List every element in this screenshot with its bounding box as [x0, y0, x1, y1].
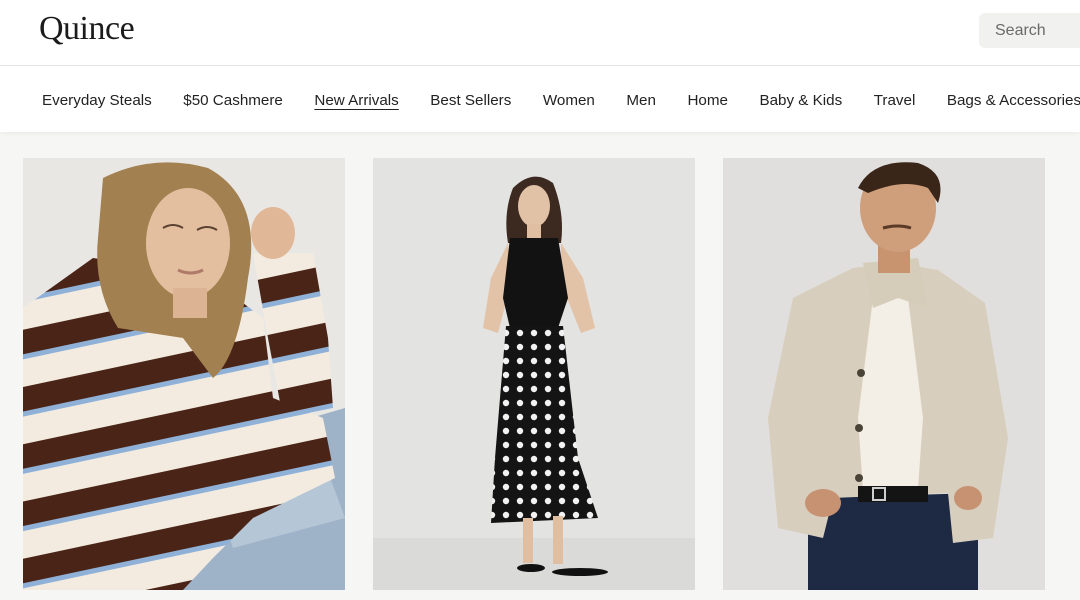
product-image-striped-sweater[interactable]	[23, 158, 345, 590]
nav-item-women[interactable]: Women	[543, 92, 595, 109]
header: Quince	[0, 0, 1080, 66]
product-image-polka-dot-skirt[interactable]	[373, 158, 695, 590]
nav-item-bags-accessories[interactable]: Bags & Accessories	[947, 92, 1080, 109]
search-input[interactable]	[979, 13, 1080, 48]
nav-item-men[interactable]: Men	[626, 92, 656, 109]
nav-item-home[interactable]: Home	[687, 92, 728, 109]
nav-item-everyday-steals[interactable]: Everyday Steals	[42, 92, 152, 109]
nav-item-baby-kids[interactable]: Baby & Kids	[759, 92, 842, 109]
nav-item-50-cashmere[interactable]: $50 Cashmere	[183, 92, 283, 109]
quince-logo[interactable]: Quince	[39, 10, 135, 48]
main-nav: Everyday Steals $50 Cashmere New Arrival…	[0, 66, 1080, 132]
product-image-beige-jacket[interactable]	[723, 158, 1045, 590]
nav-item-travel[interactable]: Travel	[874, 92, 916, 109]
nav-item-best-sellers[interactable]: Best Sellers	[430, 92, 511, 109]
nav-item-new-arrivals[interactable]: New Arrivals	[314, 92, 398, 109]
